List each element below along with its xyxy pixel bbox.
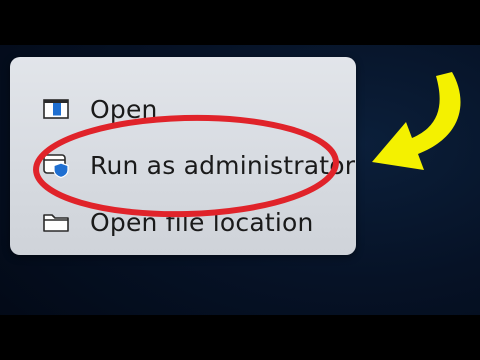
open-app-icon xyxy=(43,99,69,119)
menu-item-label: Open file location xyxy=(90,207,314,237)
annotation-arrow-icon xyxy=(372,72,461,170)
menu-item-run-as-administrator[interactable]: Run as administrator xyxy=(10,140,356,190)
folder-icon xyxy=(43,214,69,232)
menu-item-label: Run as administrator xyxy=(90,150,356,180)
menu-item-open-file-location[interactable]: Open file location xyxy=(10,197,356,247)
shield-window-icon xyxy=(43,154,69,179)
context-menu: Open Run as administrator Open file loca… xyxy=(10,57,356,255)
letterbox-bottom xyxy=(0,315,480,360)
letterbox-top xyxy=(0,0,480,45)
menu-item-open[interactable]: Open xyxy=(10,84,356,134)
menu-item-label: Open xyxy=(90,94,158,124)
